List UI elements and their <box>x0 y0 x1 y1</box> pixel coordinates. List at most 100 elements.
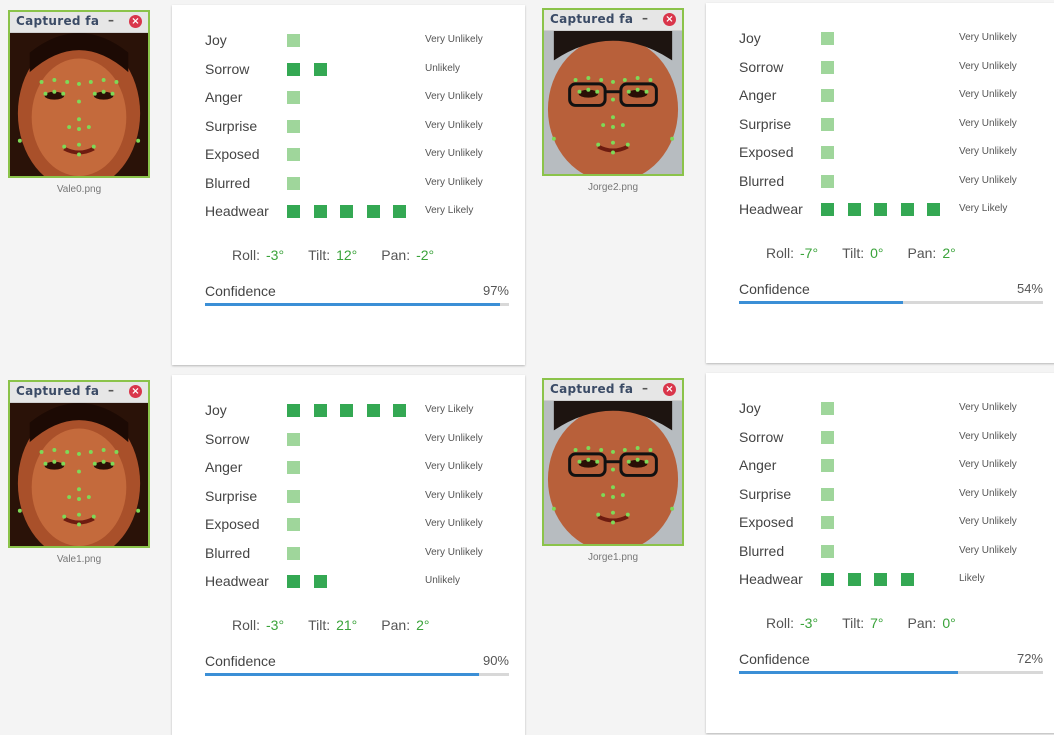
likelihood-value: Very Unlikely <box>959 544 1017 556</box>
likelihood-square <box>821 174 834 188</box>
likelihood-square <box>821 487 834 501</box>
likelihood-row-joy: Joy Very Unlikely <box>205 32 495 52</box>
likelihood-value: Very Unlikely <box>959 146 1017 157</box>
likelihood-row-anger: Anger Very Unlikely <box>739 87 1029 107</box>
close-icon[interactable]: × <box>663 13 676 26</box>
captured-face-window[interactable]: Captured fa – × <box>8 380 150 548</box>
close-icon[interactable]: × <box>663 383 676 396</box>
face-image <box>544 401 682 544</box>
confidence-bar-track <box>739 301 1043 304</box>
head-angles: Roll: -3° Tilt: 7° Pan: 0° <box>766 615 980 631</box>
roll-value: -3° <box>266 247 285 263</box>
window-titlebar[interactable]: Captured fa – × <box>10 12 148 33</box>
close-icon[interactable]: × <box>129 385 142 398</box>
likelihood-value: Very Unlikely <box>959 89 1017 100</box>
likelihood-square <box>313 404 327 417</box>
likelihood-square <box>821 203 834 216</box>
likelihood-square <box>821 430 834 444</box>
captured-face-window[interactable]: Captured fa – × <box>542 378 684 546</box>
likelihood-square <box>393 205 406 218</box>
likelihood-value: Unlikely <box>425 575 461 586</box>
likelihood-value: Very Unlikely <box>959 516 1017 527</box>
likelihood-square <box>366 404 380 417</box>
tilt-label: Tilt: <box>308 617 331 633</box>
likelihood-square <box>287 432 300 446</box>
likelihood-square <box>821 544 834 558</box>
likelihood-label: Blurred <box>205 174 251 191</box>
confidence-label: Confidence <box>205 283 276 299</box>
likelihood-row-sorrow: Sorrow Very Unlikely <box>205 431 495 451</box>
pan-label: Pan: <box>907 245 937 261</box>
likelihood-value: Very Unlikely <box>425 34 483 45</box>
tilt-value: 12° <box>336 247 358 263</box>
tilt-value: 7° <box>870 615 884 631</box>
result-card: Joy Very Unlikely Sorrow Unlikely Anger Very … <box>172 5 525 365</box>
captured-face-window[interactable]: Captured fa – × <box>542 8 684 176</box>
likelihood-square <box>821 402 834 415</box>
window-titlebar[interactable]: Captured fa – × <box>10 382 148 403</box>
confidence-value: 54% <box>1016 281 1043 296</box>
likelihood-value: Very Unlikely <box>425 148 483 159</box>
likelihood-square <box>287 119 300 133</box>
likelihood-row-joy: Joy Very Unlikely <box>739 400 1029 420</box>
pan-label: Pan: <box>907 615 937 631</box>
likelihood-label: Surprise <box>205 487 258 504</box>
likelihood-row-joy: Joy Very Likely <box>205 402 495 422</box>
likelihood-square <box>287 62 300 76</box>
likelihood-row-exposed: Exposed Very Unlikely <box>739 144 1029 164</box>
likelihood-value: Very Unlikely <box>425 119 483 131</box>
likelihood-row-surprise: Surprise Very Unlikely <box>739 486 1029 506</box>
minimize-icon[interactable]: – <box>108 383 114 397</box>
captured-face-window[interactable]: Captured fa – × <box>8 10 150 178</box>
likelihood-label: Anger <box>739 87 777 103</box>
likelihood-row-headwear: Headwear Unlikely <box>205 573 495 593</box>
likelihood-row-exposed: Exposed Very Unlikely <box>205 516 495 536</box>
likelihood-square <box>847 573 861 586</box>
roll-label: Roll: <box>232 617 261 633</box>
likelihood-square <box>821 459 834 472</box>
likelihood-row-headwear: Headwear Very Likely <box>205 203 495 223</box>
window-title: Captured fa <box>16 384 100 398</box>
likelihood-row-blurred: Blurred Very Unlikely <box>739 173 1029 193</box>
image-filename: Jorge1.png <box>587 552 639 563</box>
likelihood-row-surprise: Surprise Very Unlikely <box>739 116 1029 136</box>
likelihood-value: Unlikely <box>425 62 461 74</box>
confidence-bar-track <box>739 671 1043 674</box>
roll-label: Roll: <box>766 615 795 631</box>
minimize-icon[interactable]: – <box>642 11 648 25</box>
likelihood-label: Headwear <box>205 573 269 589</box>
likelihood-row-exposed: Exposed Very Unlikely <box>739 514 1029 534</box>
likelihood-label: Joy <box>205 402 227 418</box>
likelihood-square <box>287 148 300 161</box>
head-angles: Roll: -3° Tilt: 21° Pan: 2° <box>232 617 453 633</box>
likelihood-square <box>287 546 300 560</box>
likelihood-value: Very Unlikely <box>425 432 483 444</box>
likelihood-value: Very Unlikely <box>425 518 483 529</box>
tilt-label: Tilt: <box>842 245 865 261</box>
pan-label: Pan: <box>381 617 411 633</box>
window-titlebar[interactable]: Captured fa – × <box>544 10 682 31</box>
window-titlebar[interactable]: Captured fa – × <box>544 380 682 401</box>
likelihood-row-headwear: Headwear Very Likely <box>739 201 1029 221</box>
likelihood-row-headwear: Headwear Likely <box>739 571 1029 591</box>
likelihood-square <box>821 60 834 74</box>
close-icon[interactable]: × <box>129 15 142 28</box>
likelihood-square <box>821 573 834 586</box>
window-title: Captured fa <box>550 12 634 26</box>
confidence-value: 97% <box>482 283 509 298</box>
roll-label: Roll: <box>232 247 261 263</box>
tilt-label: Tilt: <box>308 247 331 263</box>
minimize-icon[interactable]: – <box>108 13 114 27</box>
likelihood-value: Very Unlikely <box>959 487 1017 499</box>
head-angles: Roll: -3° Tilt: 12° Pan: -2° <box>232 247 458 263</box>
minimize-icon[interactable]: – <box>642 381 648 395</box>
likelihood-square <box>287 489 300 503</box>
likelihood-square <box>313 205 327 218</box>
roll-label: Roll: <box>766 245 795 261</box>
image-filename: Vale0.png <box>56 184 102 195</box>
likelihood-square <box>393 404 406 417</box>
likelihood-value: Very Unlikely <box>959 117 1017 129</box>
likelihood-square <box>287 518 300 531</box>
window-title: Captured fa <box>16 14 100 28</box>
roll-value: -7° <box>800 245 819 261</box>
